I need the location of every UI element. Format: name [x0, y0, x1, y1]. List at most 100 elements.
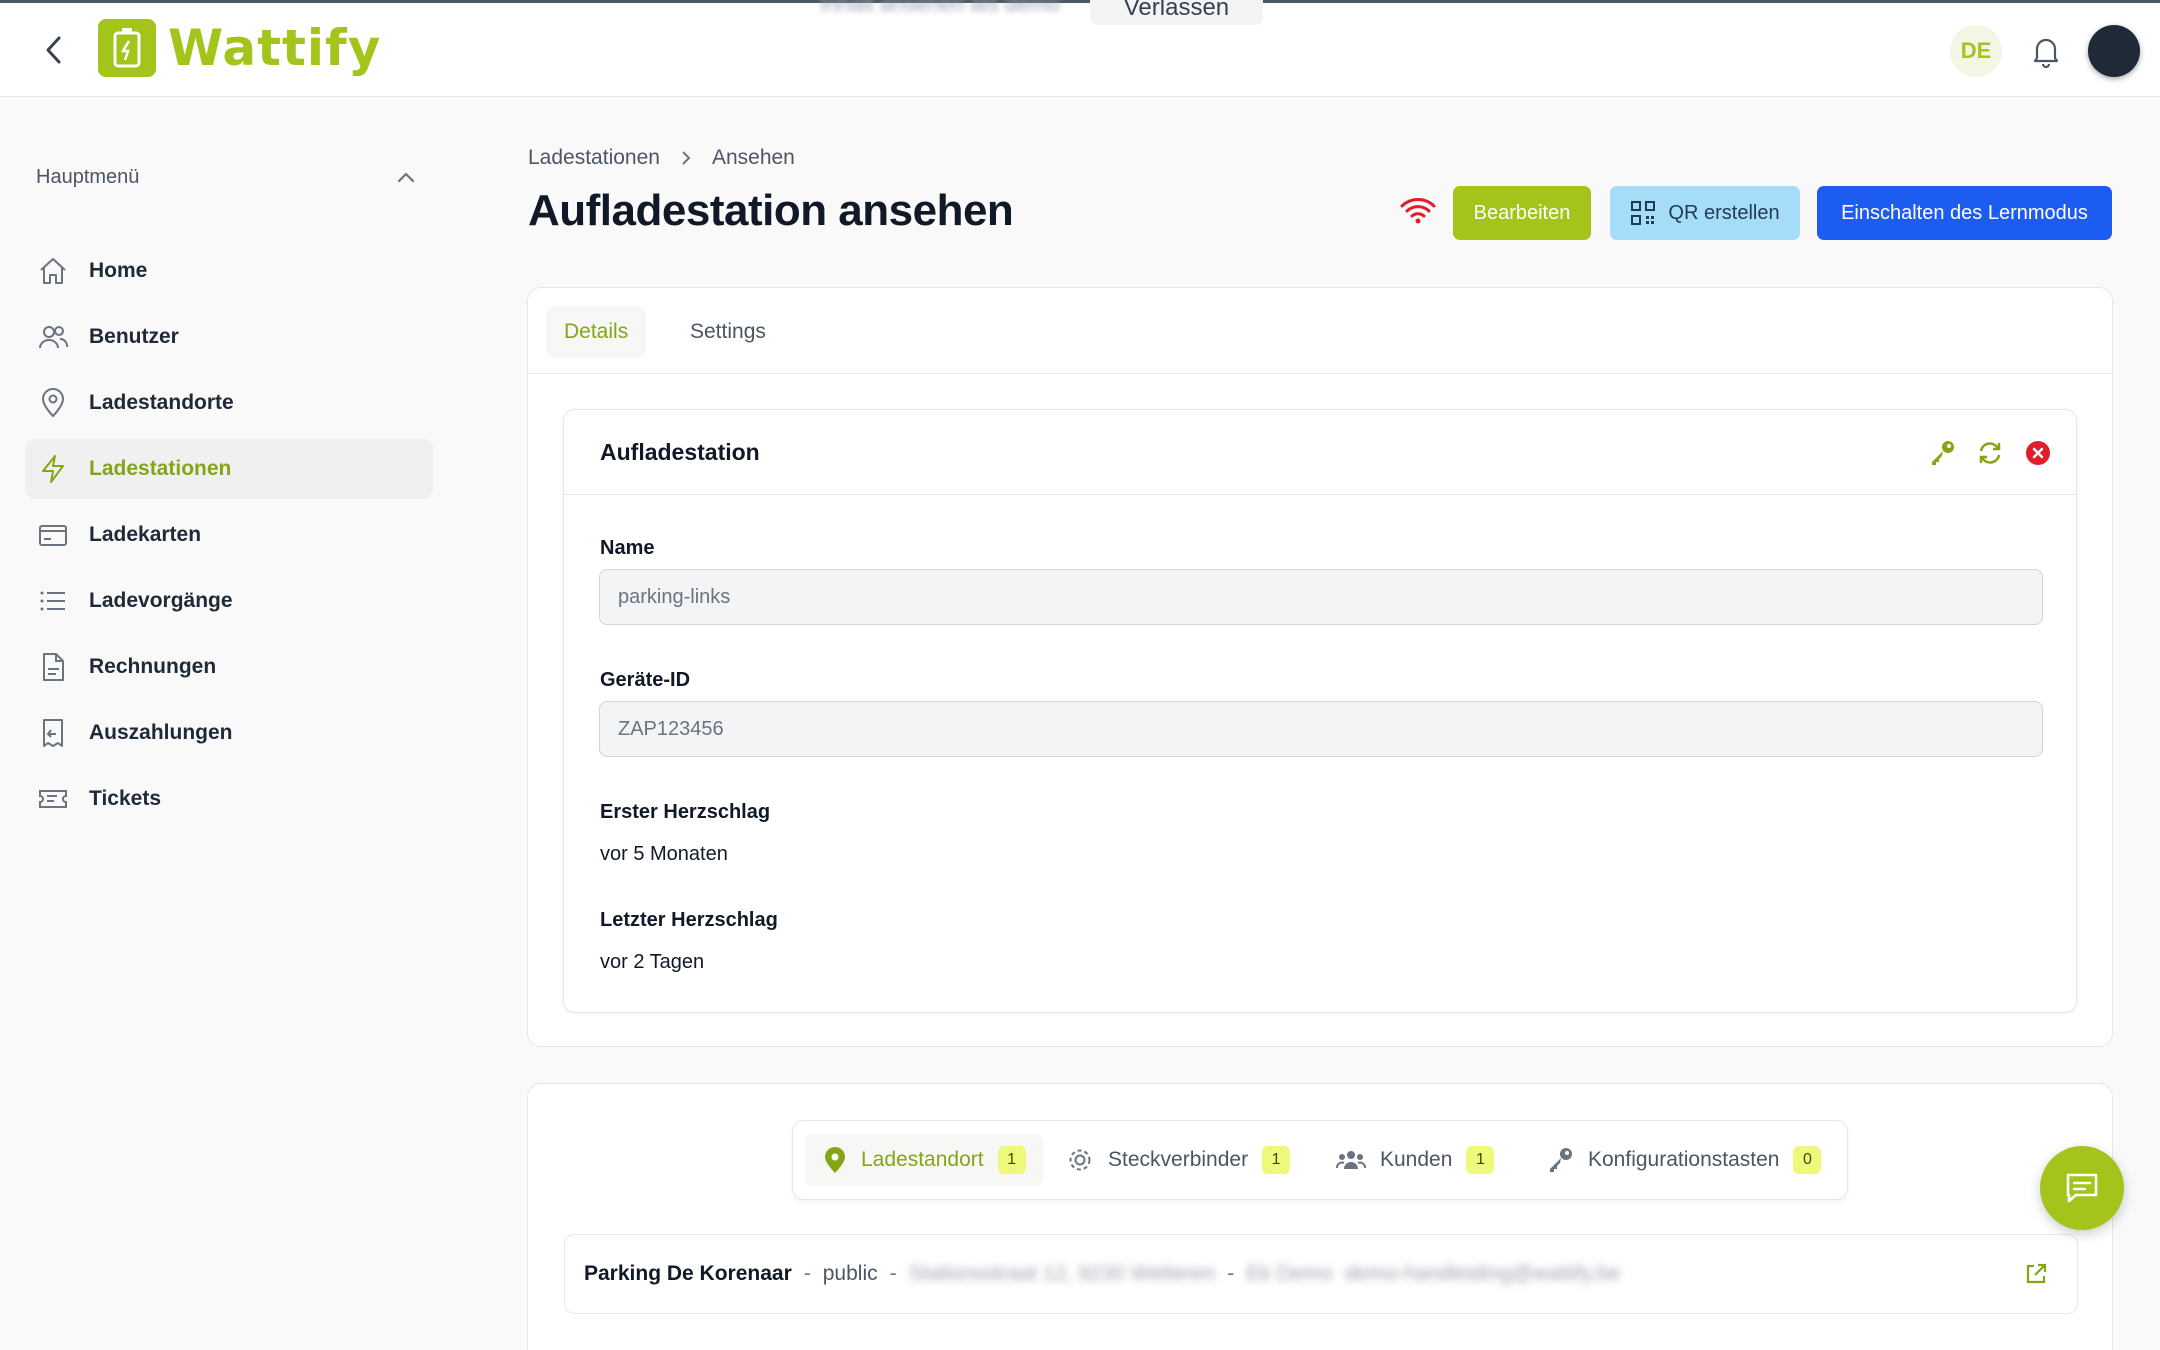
chevron-left-icon	[46, 36, 61, 64]
tab-connectors[interactable]: Steckverbinder 1	[1048, 1134, 1308, 1186]
sidebar-item-payouts[interactable]: Auszahlungen	[25, 703, 433, 763]
list-icon	[37, 585, 69, 617]
sidebar-item-sessions[interactable]: Ladevorgänge	[25, 571, 433, 631]
sidebar-item-label: Rechnungen	[89, 655, 217, 678]
sidebar-item-label: Home	[89, 259, 148, 282]
enable-learn-mode-button[interactable]: Einschalten des Lernmodus	[1817, 186, 2112, 240]
station-details-card: Details Settings Aufladestation Name par…	[527, 287, 2113, 1047]
count-badge: 1	[1466, 1146, 1495, 1174]
app-name: Wattify	[168, 19, 382, 77]
main-menu-toggle[interactable]: Hauptmenü	[36, 162, 416, 192]
location-pin-icon	[37, 387, 69, 419]
page-title: Aufladestation ansehen	[528, 186, 1014, 235]
learn-mode-label: Einschalten des Lernmodus	[1841, 201, 2088, 224]
notifications-button[interactable]	[2028, 33, 2064, 69]
station-info-panel: Aufladestation Name parking-links Geräte…	[563, 409, 2077, 1013]
sidebar-item-label: Ladestationen	[89, 457, 232, 480]
sidebar-item-users[interactable]: Benutzer	[25, 307, 433, 367]
device-id-label: Geräte-ID	[600, 669, 691, 691]
sidebar-item-locations[interactable]: Ladestandorte	[25, 373, 433, 433]
sidebar-item-label: Benutzer	[89, 325, 179, 348]
home-icon	[37, 255, 69, 287]
location-email: demo-handleiding@wattify.be	[1344, 1262, 1621, 1285]
key-button[interactable]	[1927, 438, 1957, 468]
tab-customers[interactable]: Kunden 1	[1318, 1134, 1512, 1186]
last-heartbeat-value: vor 2 Tagen	[600, 951, 705, 973]
sidebar-item-invoices[interactable]: Rechnungen	[25, 637, 433, 697]
ticket-icon	[37, 783, 69, 815]
tab-details[interactable]: Details	[546, 306, 647, 358]
edit-button-label: Bearbeiten	[1473, 201, 1571, 224]
first-heartbeat-value: vor 5 Monaten	[600, 843, 728, 865]
key-icon	[1932, 441, 1954, 465]
chevron-up-icon	[397, 172, 415, 183]
first-heartbeat-label: Erster Herzschlag	[600, 801, 771, 823]
back-button[interactable]	[36, 33, 70, 67]
sidebar-item-label: Ladevorgänge	[89, 589, 233, 612]
count-badge: 1	[1262, 1146, 1291, 1174]
tab-config-keys[interactable]: Konfigurationstasten 0	[1528, 1134, 1839, 1186]
tab-location[interactable]: Ladestandort 1	[805, 1134, 1044, 1186]
location-row[interactable]: Parking De Korenaar - public - Stationss…	[564, 1234, 2078, 1314]
receipt-icon	[37, 717, 69, 749]
sidebar-item-cards[interactable]: Ladekarten	[25, 505, 433, 565]
location-owner: Ek Demo	[1246, 1262, 1333, 1285]
group-icon	[1336, 1151, 1366, 1169]
edit-button[interactable]: Bearbeiten	[1453, 186, 1591, 240]
tab-bar: Details Settings	[528, 288, 2112, 374]
app-logo[interactable]: Wattify	[98, 19, 381, 77]
bolt-icon	[37, 453, 69, 485]
sidebar-item-home[interactable]: Home	[25, 241, 433, 301]
document-icon	[37, 651, 69, 683]
external-link-icon[interactable]	[2023, 1261, 2049, 1287]
name-label: Name	[600, 537, 655, 559]
leave-button[interactable]: Verlassen	[1089, 0, 1264, 25]
panel-header: Aufladestation	[564, 410, 2076, 495]
tab-config-keys-label: Konfigurationstasten	[1588, 1148, 1780, 1171]
tab-connectors-label: Steckverbinder	[1108, 1148, 1249, 1171]
key-icon	[1550, 1148, 1572, 1172]
qr-code-icon	[1631, 201, 1656, 225]
create-qr-label: QR erstellen	[1668, 201, 1780, 224]
bell-icon	[2033, 38, 2059, 69]
card-icon	[37, 519, 69, 551]
sidebar: Hauptmenü Home Benutzer Ladestandorte La…	[0, 98, 460, 1350]
avatar[interactable]	[2088, 25, 2140, 77]
chat-button[interactable]	[2040, 1146, 2124, 1230]
sidebar-item-tickets[interactable]: Tickets	[25, 769, 433, 829]
connection-status	[1400, 196, 1436, 226]
count-badge: 0	[1793, 1146, 1822, 1174]
users-icon	[37, 321, 69, 353]
breadcrumb-current: Ansehen	[711, 146, 795, 169]
separator: -	[889, 1262, 897, 1285]
wifi-icon	[1400, 198, 1436, 224]
breadcrumb: Ladestationen Ansehen	[528, 146, 795, 170]
separator: -	[803, 1262, 811, 1285]
tab-customers-label: Kunden	[1380, 1148, 1453, 1171]
sync-button[interactable]	[1975, 438, 2005, 468]
count-badge: 1	[997, 1146, 1026, 1174]
sidebar-item-label: Tickets	[89, 787, 161, 810]
last-heartbeat-label: Letzter Herzschlag	[600, 909, 778, 931]
delete-button[interactable]	[2023, 438, 2053, 468]
location-pin-icon	[825, 1147, 845, 1173]
location-address: Stationsstraat 12, 9230 Wetteren	[908, 1262, 1216, 1285]
chevron-right-icon	[682, 151, 691, 165]
location-visibility: public	[822, 1262, 878, 1285]
tab-location-label: Ladestandort	[861, 1148, 984, 1171]
impersonation-bar: Inhalt ansehen als demo Verlassen	[820, 0, 1264, 25]
language-switcher[interactable]: DE	[1950, 25, 2002, 77]
refresh-icon	[1979, 442, 2001, 464]
impersonation-text: Inhalt ansehen als demo	[820, 0, 1060, 16]
close-circle-icon	[2026, 441, 2050, 465]
sidebar-item-label: Ladekarten	[89, 523, 202, 546]
location-name: Parking De Korenaar	[584, 1262, 792, 1285]
sidebar-item-stations[interactable]: Ladestationen	[25, 439, 433, 499]
breadcrumb-parent[interactable]: Ladestationen	[528, 146, 660, 170]
tab-settings[interactable]: Settings	[672, 306, 784, 358]
device-id-field[interactable]: ZAP123456	[599, 701, 2043, 757]
main-menu-title: Hauptmenü	[36, 165, 140, 188]
name-field[interactable]: parking-links	[599, 569, 2043, 625]
battery-logo-icon	[98, 19, 156, 77]
create-qr-button[interactable]: QR erstellen	[1610, 186, 1800, 240]
